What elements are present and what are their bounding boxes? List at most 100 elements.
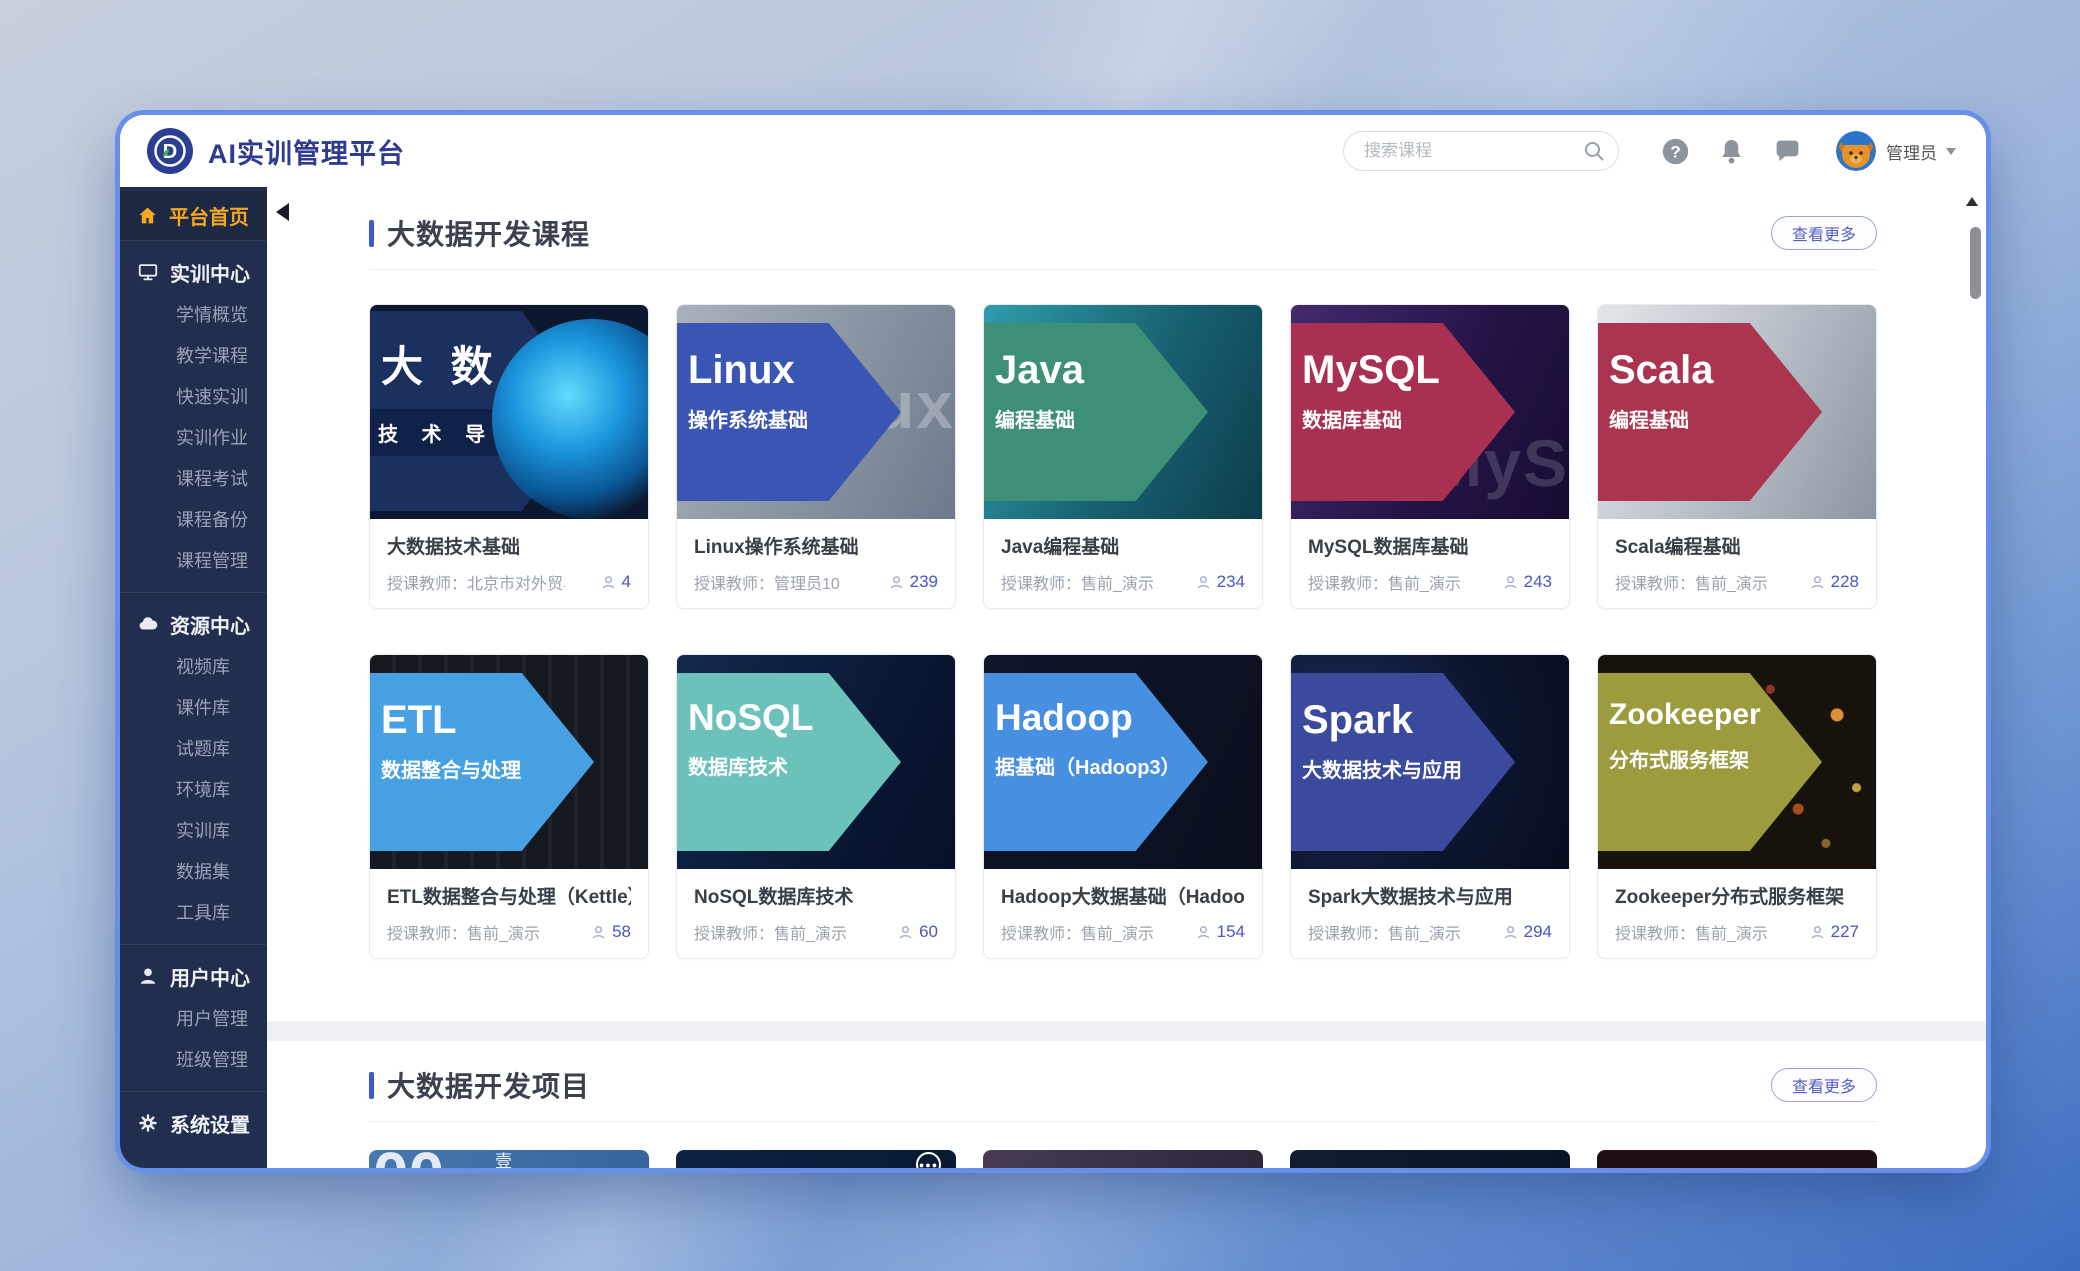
- cover-vertical-text: 壹佰: [489, 1152, 514, 1168]
- course-title: 大数据技术基础: [387, 532, 631, 559]
- course-card[interactable]: LinuxLinux操作系统基础Linux操作系统基础授课教师：管理员10239: [676, 304, 956, 609]
- ellipsis-icon: ●●●: [916, 1152, 941, 1168]
- course-cover-image: MySMySQL数据库基础: [1291, 305, 1569, 519]
- project-card[interactable]: ●●●大数据开发案例: [676, 1150, 956, 1168]
- help-icon[interactable]: ?: [1661, 137, 1690, 166]
- sidebar-collapse-icon[interactable]: [267, 203, 289, 221]
- cover-title: Java: [995, 349, 1208, 391]
- search-input[interactable]: [1343, 131, 1619, 171]
- scrollbar-up-arrow-icon[interactable]: [1966, 191, 1978, 206]
- sidebar-group[interactable]: 实训中心: [120, 249, 267, 295]
- course-cover-image: Hadoop据基础（Hadoop3）: [984, 655, 1262, 869]
- cover-subtitle: 据基础（Hadoop3）: [995, 751, 1208, 780]
- sidebar-item[interactable]: 学情概览: [120, 295, 267, 336]
- student-count: 60: [897, 922, 938, 942]
- projects-more-button[interactable]: 查看更多: [1771, 1068, 1877, 1102]
- student-count-value: 294: [1524, 922, 1552, 942]
- user-menu[interactable]: 管理员: [1886, 139, 1956, 164]
- course-cover-image: Zookeeper分布式服务框架: [1598, 655, 1876, 869]
- sidebar-item[interactable]: 课程备份: [120, 500, 267, 541]
- course-card[interactable]: Java编程基础Java编程基础授课教师：售前_演示234: [983, 304, 1263, 609]
- sidebar-group-label: 实训中心: [170, 258, 250, 287]
- project-card[interactable]: 大数据开发案例: [1597, 1150, 1877, 1168]
- cover-title: Spark: [1302, 699, 1515, 741]
- scrollbar-thumb[interactable]: [1970, 227, 1981, 299]
- course-title: Hadoop大数据基础（Hadoop3）: [1001, 882, 1245, 909]
- project-cover-image: 大数据开发案例: [983, 1150, 1263, 1168]
- sidebar-item[interactable]: 课件库: [120, 688, 267, 729]
- course-title: Linux操作系统基础: [694, 532, 938, 559]
- course-card[interactable]: Zookeeper分布式服务框架Zookeeper分布式服务框架授课教师：售前_…: [1597, 654, 1877, 959]
- course-teacher: 授课教师：售前_演示: [1001, 570, 1154, 594]
- sidebar-item[interactable]: 用户管理: [120, 999, 267, 1040]
- sidebar-item[interactable]: 工具库: [120, 893, 267, 934]
- sidebar-item[interactable]: 课程管理: [120, 541, 267, 582]
- sidebar-item-home[interactable]: 平台首页: [120, 191, 267, 241]
- cover-arrow-shape: Scala编程基础: [1598, 323, 1822, 501]
- course-card[interactable]: ETL数据整合与处理ETL数据整合与处理（Kettle）授课教师：售前_演示58: [369, 654, 649, 959]
- student-count-value: 154: [1217, 922, 1245, 942]
- student-count-value: 228: [1831, 572, 1859, 592]
- avatar[interactable]: [1836, 131, 1876, 171]
- cover-subtitle: 数据库技术: [688, 751, 901, 780]
- sidebar-item[interactable]: 数据集: [120, 852, 267, 893]
- course-card[interactable]: Scala编程基础Scala编程基础授课教师：售前_演示228: [1597, 304, 1877, 609]
- cover-title: 大 数 据: [381, 345, 594, 389]
- courses-section: 大数据开发课程 查看更多 大 数 据技 术 导 论大数据技术基础授课教师：北京市…: [267, 187, 1986, 1021]
- person-icon: [600, 574, 617, 591]
- cover-title: Scala: [1609, 349, 1822, 391]
- student-count: 227: [1809, 922, 1859, 942]
- bell-icon[interactable]: [1717, 137, 1746, 166]
- course-card[interactable]: Spark大数据技术与应用Spark大数据技术与应用授课教师：售前_演示294: [1290, 654, 1570, 959]
- cover-title: MySQL: [1302, 349, 1515, 391]
- sidebar-item[interactable]: 实训作业: [120, 418, 267, 459]
- cover-subtitle: 操作系统基础: [688, 404, 901, 433]
- sidebar-item[interactable]: 实训库: [120, 811, 267, 852]
- course-teacher: 授课教师：北京市对外贸易学校教...: [387, 570, 565, 594]
- cover-arrow-shape: Java编程基础: [984, 323, 1208, 501]
- svg-text:?: ?: [1670, 142, 1680, 161]
- course-card[interactable]: NoSQL数据库技术NoSQL数据库技术授课教师：售前_演示60: [676, 654, 956, 959]
- sidebar-group[interactable]: 用户中心: [120, 953, 267, 999]
- sidebar-item[interactable]: 快速实训: [120, 377, 267, 418]
- course-cover-image: Java编程基础: [984, 305, 1262, 519]
- sidebar-item[interactable]: 班级管理: [120, 1040, 267, 1081]
- sidebar-item[interactable]: 视频库: [120, 647, 267, 688]
- student-count-value: 239: [910, 572, 938, 592]
- sidebar-group[interactable]: 系统设置: [120, 1100, 267, 1146]
- course-cover-image: Spark 大数据技术与应用: [1291, 655, 1569, 869]
- course-teacher: 授课教师：售前_演示: [1615, 920, 1768, 944]
- cover-number-text: 00: [373, 1150, 444, 1168]
- sidebar-item[interactable]: 教学课程: [120, 336, 267, 377]
- sidebar-item[interactable]: 试题库: [120, 729, 267, 770]
- courses-more-button[interactable]: 查看更多: [1771, 216, 1877, 250]
- course-title: Scala编程基础: [1615, 532, 1859, 559]
- sidebar-group-label: 系统设置: [170, 1109, 250, 1138]
- project-card[interactable]: 大数据开发案例: [1290, 1150, 1570, 1168]
- user-name: 管理员: [1886, 139, 1937, 164]
- section-divider: [369, 269, 1877, 270]
- person-icon: [888, 574, 905, 591]
- cover-subtitle: 大数据技术与应用: [1302, 754, 1515, 783]
- chat-icon[interactable]: [1773, 137, 1802, 166]
- cover-subtitle: 数据库基础: [1302, 404, 1515, 433]
- chevron-down-icon: [1946, 148, 1956, 160]
- course-teacher: 授课教师：售前_演示: [1615, 570, 1768, 594]
- course-card[interactable]: 大 数 据技 术 导 论大数据技术基础授课教师：北京市对外贸易学校教...4: [369, 304, 649, 609]
- cover-arrow-shape: NoSQL数据库技术: [677, 673, 901, 851]
- student-count: 4: [600, 572, 631, 592]
- project-card[interactable]: 00壹佰大数据开发案例: [369, 1150, 649, 1168]
- sidebar-item[interactable]: 课程考试: [120, 459, 267, 500]
- student-count: 154: [1195, 922, 1245, 942]
- sidebar-group[interactable]: 资源中心: [120, 601, 267, 647]
- section-divider: [369, 1121, 1877, 1122]
- gear-icon: [137, 1112, 159, 1134]
- course-card[interactable]: MySMySQL数据库基础MySQL数据库基础授课教师：售前_演示243: [1290, 304, 1570, 609]
- course-teacher: 授课教师：售前_演示: [1001, 920, 1154, 944]
- sidebar-item[interactable]: 环境库: [120, 770, 267, 811]
- course-card[interactable]: Hadoop据基础（Hadoop3） Hadoop大数据基础（Hadoop3） 授课…: [983, 654, 1263, 959]
- search-icon[interactable]: [1582, 139, 1606, 163]
- student-count-value: 58: [612, 922, 631, 942]
- project-card[interactable]: 大数据开发案例: [983, 1150, 1263, 1168]
- app-logo-icon: D: [146, 127, 194, 175]
